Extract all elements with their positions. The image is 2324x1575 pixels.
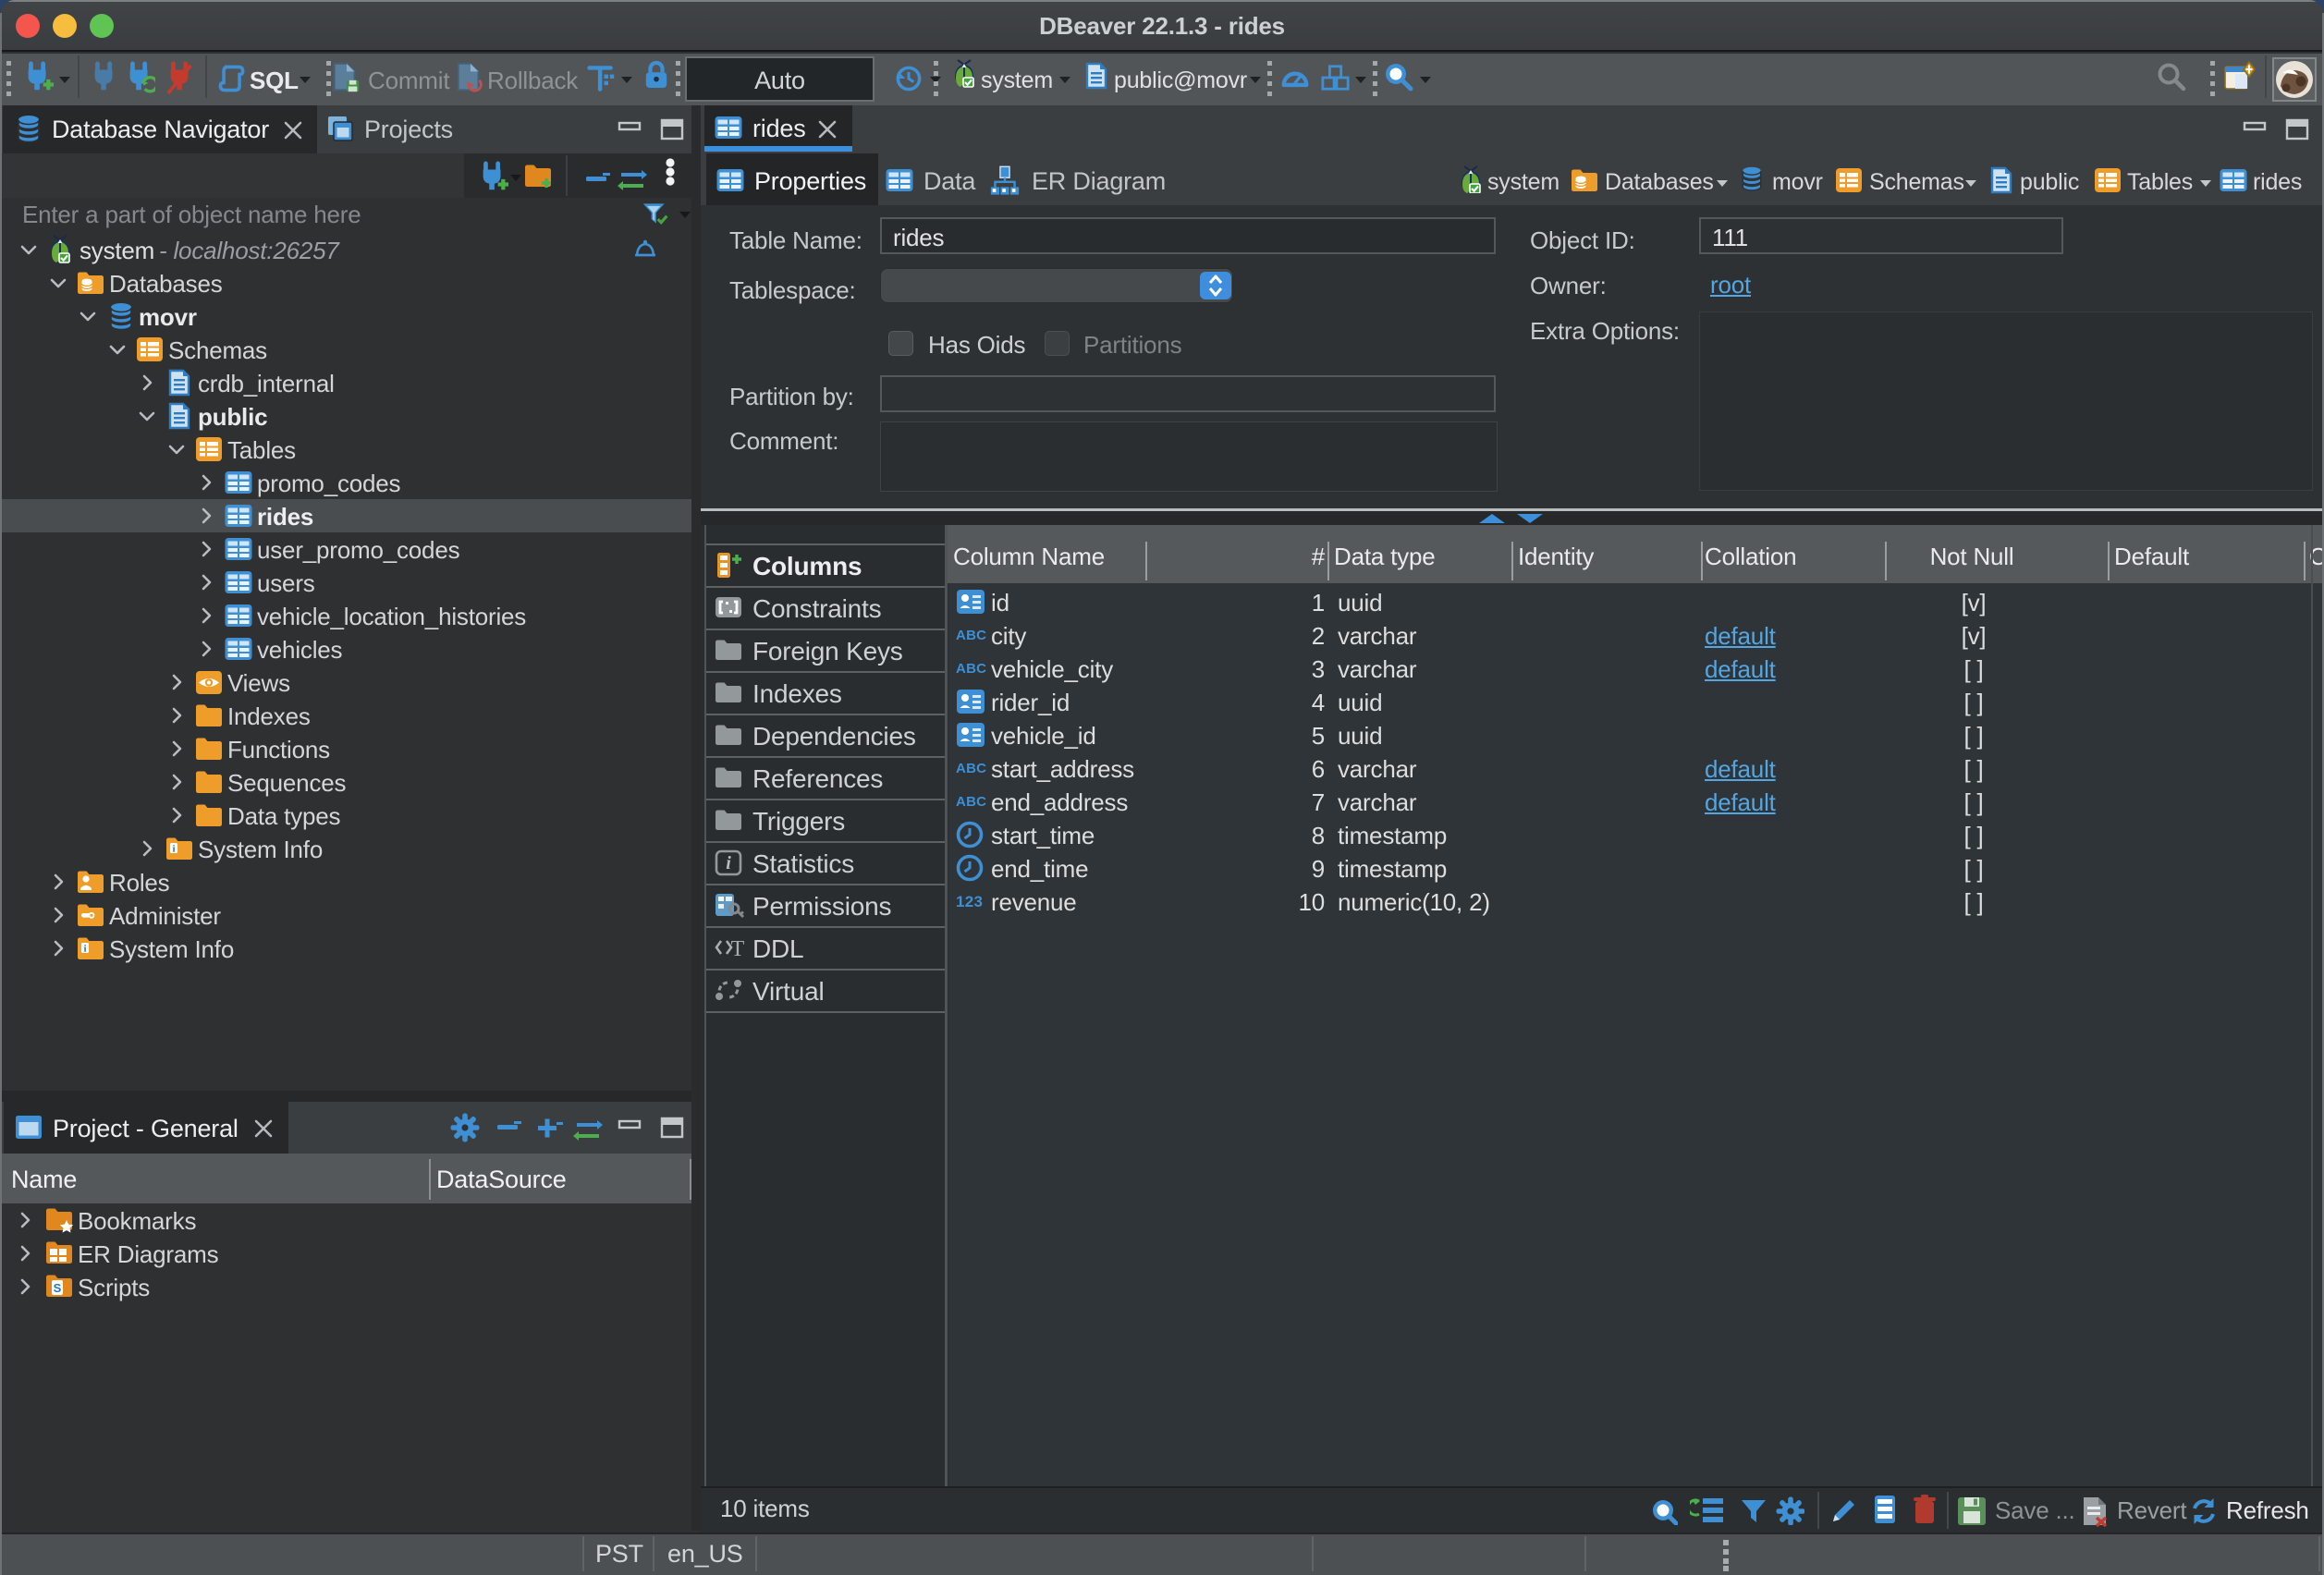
svg-text:ABC: ABC [956,628,986,642]
svg-text:T: T [731,937,745,961]
svg-text:ABC: ABC [956,661,986,676]
svg-text:i: i [726,853,731,873]
svg-text:i: i [83,944,86,955]
svg-text:S: S [54,1281,62,1295]
svg-text:ABC: ABC [956,794,986,809]
svg-text:ABC: ABC [956,761,986,775]
svg-text:i: i [172,844,175,855]
svg-text:123: 123 [956,893,983,910]
